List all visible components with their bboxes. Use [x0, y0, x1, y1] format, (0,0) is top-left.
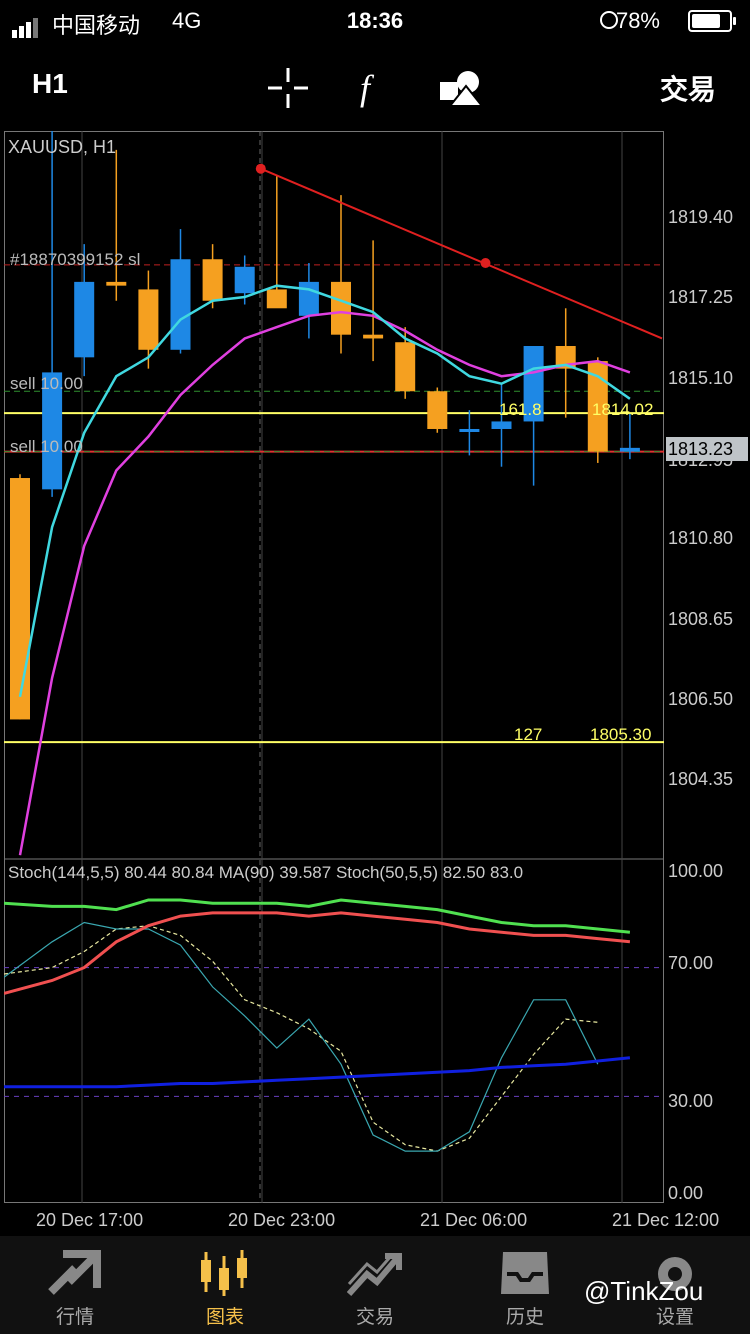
time-axis: 20 Dec 17:00 20 Dec 23:00 21 Dec 06:00 2…: [0, 1204, 750, 1234]
price-tick: 1808.65: [668, 609, 734, 629]
history-icon: [501, 1252, 549, 1294]
candle-body: [138, 289, 159, 350]
stoch-tick: 0.00: [668, 1183, 704, 1203]
fib-price-2: 1805.30: [590, 725, 651, 744]
nav-quotes[interactable]: 行情: [0, 1236, 150, 1334]
candle-body: [234, 266, 255, 294]
candle-body: [395, 342, 416, 392]
objects-icon[interactable]: [440, 68, 480, 108]
stoch-tick: 30.00: [668, 1091, 714, 1111]
price-chart[interactable]: XAUUSD, H1 #18870399152 sl sell 10.00 se…: [4, 131, 664, 1203]
symbol-label: XAUUSD, H1: [8, 137, 116, 157]
candle-body: [170, 259, 191, 350]
candle-body: [10, 478, 30, 720]
trade-icon: [347, 1253, 402, 1297]
order-label-2: sell 10.00: [10, 437, 83, 456]
bottom-nav: 行情 图表 交易 历史 设置 @TinkZou: [0, 1236, 750, 1334]
time-tick: 21 Dec 06:00: [420, 1210, 528, 1230]
fib-price-1: 1814.02: [592, 400, 653, 419]
nav-chart[interactable]: 图表: [150, 1236, 300, 1334]
candle-body: [363, 334, 384, 339]
battery-percent: 78%: [615, 8, 660, 33]
candle-body: [74, 281, 95, 358]
stoch-tick: 70.00: [668, 953, 714, 973]
fib-ratio-1: 161.8: [499, 400, 542, 419]
watermark: @TinkZou: [584, 1276, 704, 1306]
chart-toolbar: H1 f 交易: [0, 50, 750, 120]
candle-body: [459, 428, 480, 432]
chart-icon: [201, 1250, 247, 1296]
candle-body: [491, 421, 512, 429]
nav-history[interactable]: 历史: [450, 1236, 600, 1334]
candle-body: [427, 391, 448, 429]
trend-anchor-point: [255, 163, 266, 174]
nav-label: 交易: [355, 1307, 394, 1328]
candle-body: [202, 259, 223, 301]
price-axis: 1819.40 1817.25 1815.10 1812.95 1810.80 …: [664, 131, 750, 1203]
time-tick: 21 Dec 12:00: [612, 1210, 720, 1230]
candle-body: [619, 447, 640, 452]
price-tick: 1815.10: [668, 368, 734, 388]
battery-icon: [688, 10, 736, 32]
order-label-1: sell 10.00: [10, 374, 83, 393]
nav-label: 历史: [505, 1307, 544, 1328]
stoch-label: Stoch(144,5,5) 80.44 80.84 MA(90) 39.587…: [8, 863, 523, 882]
candle-body: [298, 281, 319, 316]
price-tick: 1810.80: [668, 528, 734, 548]
quotes-icon: [48, 1250, 101, 1295]
trend-anchor-point: [480, 258, 491, 269]
status-bar: 中国移动 4G 18:36 78%: [0, 0, 750, 42]
fib-ratio-2: 127: [514, 725, 542, 744]
nav-label: 图表: [205, 1307, 244, 1328]
candle-body: [331, 281, 351, 335]
crosshair-icon[interactable]: [268, 68, 308, 108]
timeframe-button[interactable]: H1: [32, 68, 68, 100]
price-tick: 1806.50: [668, 689, 734, 709]
price-tick: 1804.35: [668, 769, 734, 789]
nav-trade[interactable]: 交易: [300, 1236, 450, 1334]
price-tick: 1817.25: [668, 287, 734, 307]
current-price-badge: 1813.23: [666, 437, 748, 461]
svg-text:f: f: [360, 68, 375, 108]
time-tick: 20 Dec 17:00: [36, 1210, 144, 1230]
nav-label: 行情: [55, 1307, 94, 1328]
order-id-label: #18870399152 sl: [10, 250, 140, 269]
price-tick: 1819.40: [668, 207, 734, 227]
candle-body: [106, 281, 127, 286]
candle-body: [266, 289, 287, 309]
stoch-tick: 100.00: [668, 861, 724, 881]
trade-button[interactable]: 交易: [660, 68, 716, 108]
time-tick: 20 Dec 23:00: [228, 1210, 336, 1230]
function-icon[interactable]: f: [354, 68, 394, 108]
